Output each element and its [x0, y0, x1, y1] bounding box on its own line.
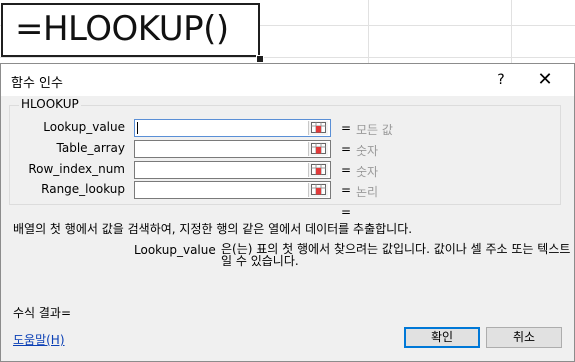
help-link[interactable]: 도움말(H) [13, 331, 65, 348]
grid-line [368, 0, 369, 63]
table-array-input[interactable] [134, 140, 331, 158]
range-lookup-input[interactable] [134, 181, 331, 199]
arg-hint: 숫자 [356, 144, 379, 158]
current-arg-description: 은(는) 표의 첫 행에서 찾으려는 값입니다. 값이나 셀 주소 또는 텍스트… [221, 242, 571, 268]
arg-label-row-index-num: Row_index_num [28, 162, 125, 176]
cancel-button[interactable]: 취소 [486, 327, 562, 348]
function-arguments-dialog: 함수 인수 ? ✕ HLOOKUP Lookup_value = 모든 값 Ta… [0, 63, 575, 362]
arg-hint: 논리 [356, 185, 379, 199]
arg-equals: = [341, 183, 352, 197]
lookup-value-input[interactable] [134, 119, 331, 137]
ok-button[interactable]: 확인 [404, 327, 480, 348]
cell-formula: =HLOOKUP() [15, 9, 229, 49]
arg-equals: = [341, 163, 352, 177]
formula-result: 수식 결과= [13, 306, 72, 320]
function-name: HLOOKUP [19, 97, 81, 111]
text-caret [137, 122, 138, 134]
help-button[interactable]: ? [479, 64, 523, 96]
function-description: 배열의 첫 행에서 값을 검색하여, 지정한 행의 같은 열에서 데이터를 추출… [13, 222, 413, 236]
arg-label-lookup-value: Lookup_value [43, 120, 125, 134]
range-select-icon [311, 122, 326, 133]
grid-line [0, 57, 575, 58]
arg-hint: 모든 값 [356, 123, 393, 137]
collapse-dialog-button[interactable] [308, 121, 328, 135]
range-select-icon [311, 164, 326, 175]
arg-equals: = [341, 121, 352, 135]
dialog-title: 함수 인수 [11, 76, 63, 91]
current-arg-name: Lookup_value [134, 243, 216, 257]
collapse-dialog-button[interactable] [308, 163, 328, 177]
collapse-dialog-button[interactable] [308, 183, 328, 197]
arg-hint: 숫자 [356, 165, 379, 179]
grid-line [511, 0, 512, 63]
function-result-equals: = [341, 205, 352, 219]
range-select-icon [311, 184, 326, 195]
arg-label-range-lookup: Range_lookup [41, 182, 125, 196]
row-index-num-input[interactable] [134, 161, 331, 179]
active-cell[interactable]: =HLOOKUP() [1, 3, 260, 57]
arg-equals: = [341, 142, 352, 156]
range-select-icon [311, 143, 326, 154]
close-button[interactable]: ✕ [523, 64, 567, 96]
dialog-titlebar[interactable]: 함수 인수 ? ✕ [1, 64, 574, 96]
fill-handle[interactable] [256, 55, 264, 63]
arg-label-table-array: Table_array [56, 141, 126, 155]
collapse-dialog-button[interactable] [308, 142, 328, 156]
